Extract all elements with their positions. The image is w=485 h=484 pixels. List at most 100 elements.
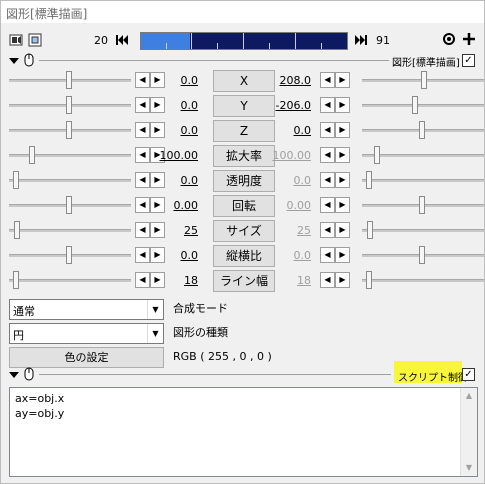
shape-type-label: 図形の種類 [173, 326, 228, 339]
slider-thumb[interactable] [29, 146, 35, 164]
slider-end[interactable] [362, 120, 484, 140]
slider-start[interactable] [9, 145, 131, 165]
decrement-button[interactable]: ◀ [320, 222, 335, 238]
frame-icon[interactable] [28, 33, 42, 47]
slider-track [362, 179, 484, 182]
increment-button[interactable]: ▶ [335, 122, 350, 138]
section-divider [39, 374, 391, 375]
slider-start[interactable] [9, 120, 131, 140]
slider-thumb[interactable] [13, 171, 19, 189]
scroll-up-icon[interactable]: ▲ [461, 388, 477, 404]
slider-start[interactable] [9, 220, 131, 240]
decrement-button[interactable]: ◀ [320, 272, 335, 288]
end-value[interactable]: -206.0 [251, 99, 311, 112]
start-value[interactable]: 0.0 [138, 249, 199, 262]
start-value[interactable]: 0.0 [138, 99, 199, 112]
slider-thumb[interactable] [66, 71, 72, 89]
shape-type-value: 円 [13, 329, 24, 342]
script-editor[interactable]: ax=obj.x ay=obj.y ▲ ▼ [9, 387, 478, 477]
increment-button[interactable]: ▶ [335, 72, 350, 88]
increment-button[interactable]: ▶ [335, 222, 350, 238]
slider-thumb[interactable] [412, 96, 418, 114]
slider-thumb[interactable] [419, 196, 425, 214]
slider-thumb[interactable] [14, 221, 20, 239]
shape-type-select[interactable]: 円 ▼ [9, 323, 164, 344]
color-settings-button[interactable]: 色の設定 [9, 347, 164, 368]
slider-start[interactable] [9, 70, 131, 90]
end-value[interactable]: 25 [251, 224, 311, 237]
script-enable-checkbox[interactable]: ✓ [462, 368, 475, 381]
start-value[interactable]: 0.0 [138, 124, 199, 137]
add-icon[interactable] [462, 32, 476, 46]
slider-start[interactable] [9, 195, 131, 215]
slider-start[interactable] [9, 245, 131, 265]
end-value[interactable]: 208.0 [251, 74, 312, 87]
start-value[interactable]: 18 [138, 274, 198, 287]
slider-thumb[interactable] [13, 271, 19, 289]
decrement-button[interactable]: ◀ [320, 197, 335, 213]
end-value[interactable]: 0.0 [251, 174, 312, 187]
end-value[interactable]: 0.0 [251, 249, 312, 262]
increment-button[interactable]: ▶ [335, 272, 350, 288]
start-value[interactable]: 0.0 [138, 174, 199, 187]
end-value[interactable]: 18 [251, 274, 311, 287]
slider-thumb[interactable] [366, 171, 372, 189]
slider-thumb[interactable] [419, 246, 425, 264]
end-value[interactable]: 100.00 [251, 149, 312, 162]
increment-button[interactable]: ▶ [335, 147, 350, 163]
mouse-icon [24, 53, 34, 67]
decrement-button[interactable]: ◀ [320, 247, 335, 263]
slider-end[interactable] [362, 170, 484, 190]
slider-end[interactable] [362, 95, 484, 115]
vertical-scrollbar[interactable]: ▲ ▼ [460, 388, 477, 476]
slider-end[interactable] [362, 70, 484, 90]
slider-start[interactable] [9, 170, 131, 190]
slider-thumb[interactable] [66, 96, 72, 114]
slider-track [9, 154, 131, 157]
slider-thumb[interactable] [366, 271, 372, 289]
slider-start[interactable] [9, 95, 131, 115]
timeline-bar[interactable] [140, 32, 348, 50]
slider-start[interactable] [9, 270, 131, 290]
timeline-tick [321, 43, 322, 49]
slider-thumb[interactable] [66, 121, 72, 139]
start-value[interactable]: 100.00 [138, 149, 199, 162]
end-value[interactable]: 0.0 [251, 124, 312, 137]
start-value[interactable]: 25 [138, 224, 198, 237]
slider-thumb[interactable] [374, 146, 380, 164]
end-value[interactable]: 0.00 [251, 199, 312, 212]
start-value[interactable]: 0.0 [138, 74, 199, 87]
slider-end[interactable] [362, 220, 484, 240]
decrement-button[interactable]: ◀ [320, 147, 335, 163]
timeline-tick [295, 33, 296, 49]
slider-thumb[interactable] [421, 71, 427, 89]
increment-button[interactable]: ▶ [335, 97, 350, 113]
start-value[interactable]: 0.00 [138, 199, 199, 212]
camera-icon[interactable] [9, 33, 23, 47]
rewind-icon[interactable] [115, 33, 129, 47]
slider-end[interactable] [362, 195, 484, 215]
mouse-icon [24, 367, 34, 381]
collapse-arrow-icon[interactable] [7, 368, 21, 382]
blend-mode-select[interactable]: 通常 ▼ [9, 299, 164, 320]
decrement-button[interactable]: ◀ [320, 122, 335, 138]
decrement-button[interactable]: ◀ [320, 172, 335, 188]
collapse-arrow-icon[interactable] [7, 54, 21, 68]
object-enable-checkbox[interactable]: ✓ [462, 54, 475, 67]
scroll-down-icon[interactable]: ▼ [461, 460, 477, 476]
increment-button[interactable]: ▶ [335, 172, 350, 188]
decrement-button[interactable]: ◀ [320, 97, 335, 113]
slider-thumb[interactable] [367, 221, 373, 239]
fast-forward-icon[interactable] [354, 33, 368, 47]
settings-icon[interactable] [442, 32, 456, 46]
slider-end[interactable] [362, 270, 484, 290]
slider-end[interactable] [362, 245, 484, 265]
increment-button[interactable]: ▶ [335, 247, 350, 263]
increment-button[interactable]: ▶ [335, 197, 350, 213]
slider-thumb[interactable] [419, 121, 425, 139]
slider-thumb[interactable] [66, 246, 72, 264]
slider-end[interactable] [362, 145, 484, 165]
decrement-button[interactable]: ◀ [320, 72, 335, 88]
slider-thumb[interactable] [66, 196, 72, 214]
slider-track [9, 179, 131, 182]
